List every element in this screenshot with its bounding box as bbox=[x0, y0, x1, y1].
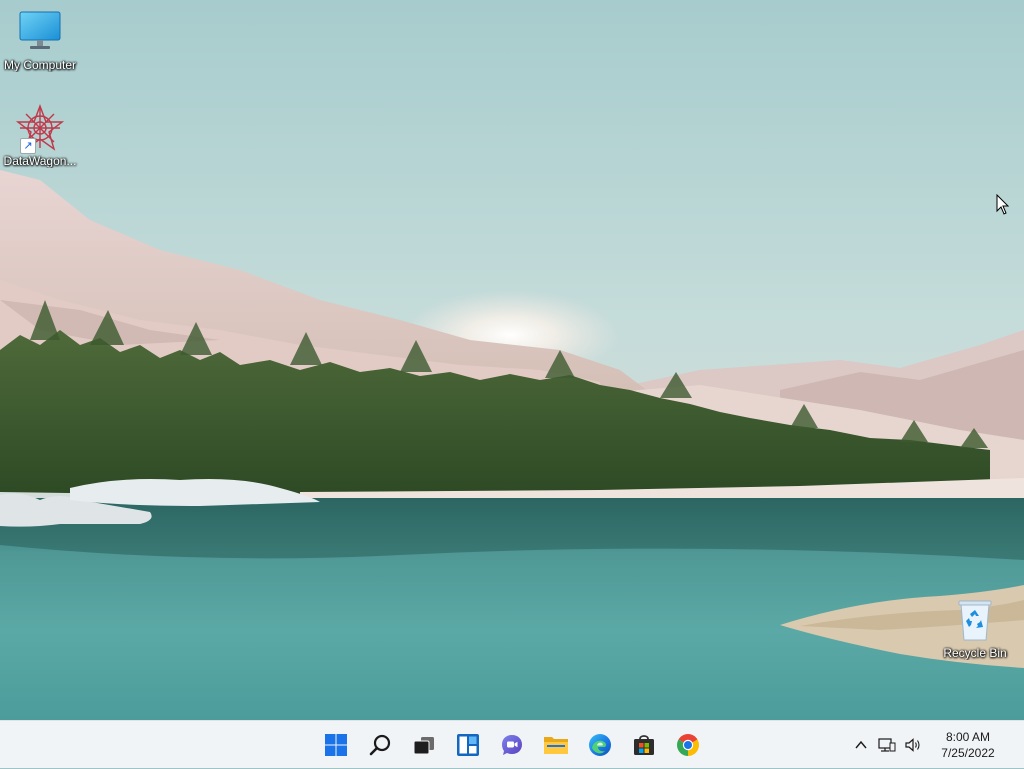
edge-icon bbox=[589, 734, 611, 756]
chrome-button[interactable] bbox=[666, 725, 710, 765]
monitor-icon bbox=[16, 8, 64, 56]
clock-date: 7/25/2022 bbox=[941, 746, 995, 760]
clock-time: 8:00 AM bbox=[945, 730, 991, 744]
store-icon bbox=[634, 735, 654, 755]
taskbar: 8:00 AM 7/25/2022 bbox=[0, 720, 1024, 768]
windows-logo-icon bbox=[325, 734, 347, 756]
show-desktop-button[interactable] bbox=[1018, 721, 1024, 769]
chrome-icon bbox=[677, 734, 699, 756]
mouse-pointer-icon bbox=[996, 193, 1010, 216]
task-view-icon bbox=[413, 737, 434, 755]
search-button[interactable] bbox=[358, 725, 402, 765]
clock[interactable]: 8:00 AM 7/25/2022 bbox=[926, 729, 1018, 761]
widgets-icon bbox=[457, 734, 479, 756]
network-icon bbox=[878, 738, 896, 752]
edge-button[interactable] bbox=[578, 725, 622, 765]
start-button[interactable] bbox=[314, 725, 358, 765]
recycle-bin-icon bbox=[951, 596, 999, 644]
volume-button[interactable] bbox=[900, 725, 926, 765]
store-button[interactable] bbox=[622, 725, 666, 765]
desktop-icon-label: Recycle Bin bbox=[943, 646, 1007, 660]
chat-icon bbox=[502, 735, 522, 755]
volume-icon bbox=[905, 738, 920, 752]
taskbar-apps bbox=[314, 721, 710, 769]
folder-icon bbox=[544, 737, 568, 754]
desktop-icon-my-computer[interactable]: My Computer bbox=[0, 8, 80, 72]
desktop-icon-recycle-bin[interactable]: Recycle Bin bbox=[935, 596, 1015, 660]
task-view-button[interactable] bbox=[402, 725, 446, 765]
file-explorer-button[interactable] bbox=[534, 725, 578, 765]
search-icon bbox=[369, 734, 391, 756]
network-button[interactable] bbox=[874, 725, 900, 765]
shortcut-arrow-icon: ↗ bbox=[20, 138, 36, 154]
desktop-icon-label: DataWagon... bbox=[3, 154, 77, 168]
desktop-wallpaper bbox=[0, 0, 1024, 720]
chat-button[interactable] bbox=[490, 725, 534, 765]
desktop-icon-label: My Computer bbox=[3, 58, 77, 72]
desktop-icon-datawagon[interactable]: ↗ DataWagon... bbox=[0, 104, 80, 168]
system-tray: 8:00 AM 7/25/2022 bbox=[848, 721, 1024, 769]
widgets-button[interactable] bbox=[446, 725, 490, 765]
chevron-up-icon bbox=[855, 740, 867, 749]
datawagon-logo-icon: ↗ bbox=[15, 104, 65, 154]
show-hidden-icons-button[interactable] bbox=[848, 725, 874, 765]
